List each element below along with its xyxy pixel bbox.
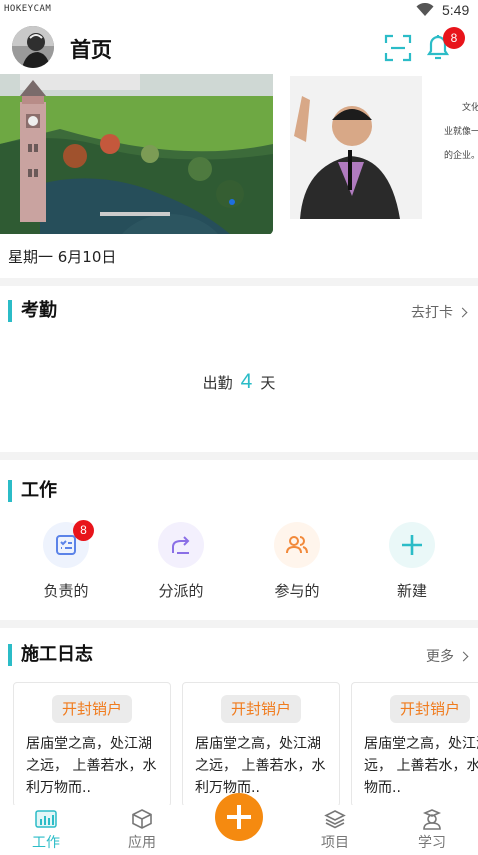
speaker-photo <box>290 76 422 219</box>
work-item-create[interactable]: 新建 <box>367 522 457 601</box>
work-item-label: 负责的 <box>43 582 89 600</box>
chevron-right-icon <box>458 651 469 662</box>
layers-icon <box>324 810 346 829</box>
log-card-tag: 开封销户 <box>52 695 132 723</box>
work-item-assigned[interactable]: 分派的 <box>136 522 226 601</box>
campus-photo <box>0 74 273 234</box>
work-item-label: 分派的 <box>158 582 204 600</box>
wifi-icon <box>416 3 434 16</box>
top-header: 首页 8 <box>0 22 478 74</box>
avatar[interactable] <box>12 26 54 68</box>
log-more-link[interactable]: 更多 <box>426 646 469 666</box>
log-card-text: 居庙堂之高，处江湖之远， 上善若水，水利万物而.. <box>364 736 478 796</box>
attendance-suffix: 天 <box>260 374 276 392</box>
chart-icon <box>35 810 57 828</box>
work-item-icon-bg <box>274 522 320 568</box>
log-card-tag: 开封销户 <box>390 695 470 723</box>
watermark: HOKEYCAM <box>4 4 52 14</box>
tab-label: 学习 <box>418 835 446 851</box>
tab-label: 工作 <box>32 835 60 851</box>
page-title: 首页 <box>70 38 112 62</box>
tab-projects[interactable]: 项目 <box>305 805 365 852</box>
scan-icon[interactable] <box>384 34 412 62</box>
tab-label: 项目 <box>321 835 349 851</box>
attendance-title: 考勤 <box>8 300 57 322</box>
notification-badge: 8 <box>443 27 465 49</box>
banner-slide-speaker[interactable]: 文化 业就像一 的企业。 <box>290 76 478 221</box>
tab-label: 应用 <box>128 835 156 851</box>
log-title: 施工日志 <box>8 644 93 666</box>
work-item-icon-bg <box>389 522 435 568</box>
banner-text-line: 文化 <box>462 103 478 113</box>
work-item-label: 新建 <box>396 582 427 600</box>
work-item-participated[interactable]: 参与的 <box>252 522 342 601</box>
tab-work[interactable]: 工作 <box>16 805 76 852</box>
add-fab-button[interactable] <box>215 793 263 841</box>
cube-icon <box>132 809 152 829</box>
log-card[interactable]: 开封销户 居庙堂之高，处江湖之远， 上善若水，水利万物而.. <box>351 682 478 807</box>
people-icon <box>286 536 308 554</box>
plus-icon <box>402 535 422 555</box>
log-card-text: 居庙堂之高，处江湖之远， 上善若水，水利万物而.. <box>195 736 326 796</box>
attendance-summary: 出勤 4 天 <box>0 370 478 394</box>
current-date: 星期一 6月10日 <box>8 248 117 266</box>
log-card-text: 居庙堂之高，处江湖之远， 上善若水，水利万物而.. <box>26 736 157 796</box>
banner-slide-campus[interactable] <box>0 74 273 234</box>
work-title: 工作 <box>8 480 57 502</box>
clock-in-link[interactable]: 去打卡 <box>411 302 468 322</box>
learner-icon <box>422 809 442 830</box>
section-divider <box>0 620 478 628</box>
work-item-responsible[interactable]: 负责的 <box>21 522 111 601</box>
work-item-icon-bg <box>158 522 204 568</box>
status-time: 5:49 <box>442 2 470 18</box>
log-card[interactable]: 开封销户 居庙堂之高，处江湖之远， 上善若水，水利万物而.. <box>13 682 171 807</box>
attendance-prefix: 出勤 <box>202 374 233 392</box>
section-divider <box>0 452 478 460</box>
status-bar: HOKEYCAM 5:49 <box>0 0 478 22</box>
work-item-label: 参与的 <box>274 582 320 600</box>
banner-carousel[interactable]: 文化 业就像一 的企业。 <box>0 74 478 234</box>
section-divider <box>0 278 478 286</box>
share-arrow-icon <box>172 536 190 554</box>
tab-learning[interactable]: 学习 <box>402 805 462 852</box>
avatar-photo <box>12 26 54 68</box>
clock-in-label: 去打卡 <box>411 305 453 321</box>
responsible-badge: 8 <box>73 520 94 541</box>
chevron-right-icon <box>457 307 468 318</box>
banner-text-line: 的企业。 <box>444 151 478 161</box>
more-label: 更多 <box>426 649 454 665</box>
log-card-tag: 开封销户 <box>221 695 301 723</box>
banner-text-line: 业就像一 <box>444 127 478 137</box>
log-card[interactable]: 开封销户 居庙堂之高，处江湖之远， 上善若水，水利万物而.. <box>182 682 340 807</box>
attendance-count: 4 <box>240 370 253 393</box>
tab-apps[interactable]: 应用 <box>112 805 172 852</box>
